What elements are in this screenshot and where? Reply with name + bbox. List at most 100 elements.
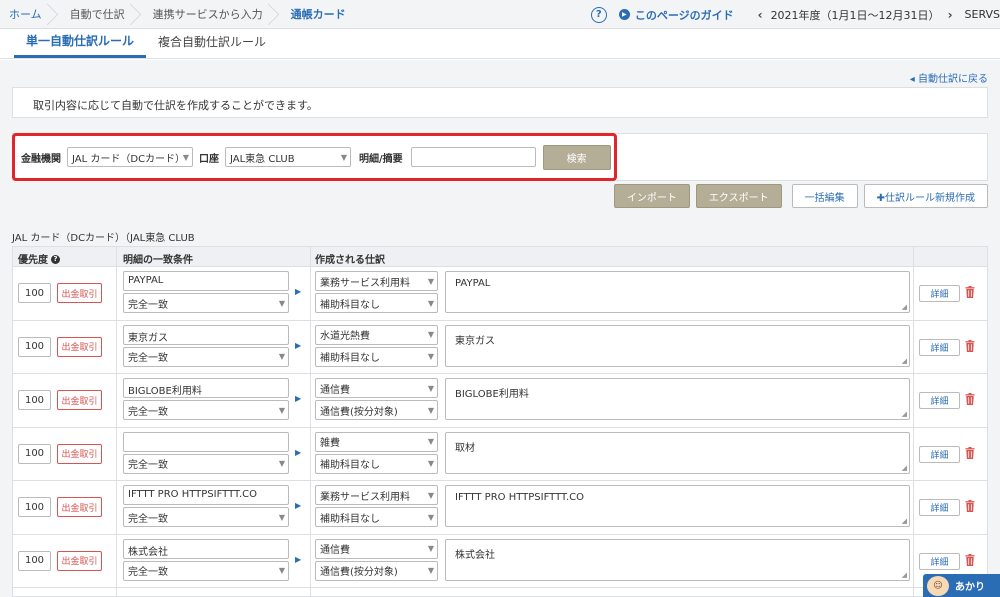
sub-account-select[interactable]: 補助科目なし ▼ — [315, 346, 438, 367]
account-item-select[interactable]: 業務サービス利用料 ▼ — [315, 485, 438, 505]
sub-account-value: 補助科目なし — [320, 460, 380, 471]
chat-assistant-button[interactable]: ☺ あかり — [923, 574, 1000, 597]
detail-button[interactable]: 詳細 — [919, 285, 960, 302]
breadcrumb-linked-services[interactable]: 連携サービスから入力 — [143, 0, 281, 28]
match-type-value: 完全一致 — [128, 513, 168, 525]
new-rule-button[interactable]: ✚仕訳ルール新規作成 — [863, 184, 988, 208]
priority-input[interactable]: 100 — [18, 390, 51, 410]
withdrawal-badge: 出金取引 — [57, 390, 102, 410]
trash-icon[interactable] — [965, 446, 975, 459]
detail-label: 明細/摘要 — [359, 153, 403, 165]
match-type-select[interactable]: 完全一致 ▼ — [123, 293, 289, 313]
caret-down-icon: ▼ — [427, 298, 434, 308]
memo-textarea[interactable]: 株式会社 ◢ — [445, 538, 910, 581]
caret-down-icon: ▼ — [427, 544, 434, 553]
account-item-select[interactable]: 通信費 ▼ — [315, 538, 438, 559]
match-type-select[interactable]: 完全一致 ▼ — [123, 453, 289, 474]
priority-input[interactable]: 100 — [18, 497, 51, 517]
trash-icon[interactable] — [965, 393, 975, 405]
condition-input[interactable]: 株式会社 — [123, 538, 289, 559]
priority-input[interactable]: 100 — [18, 283, 51, 303]
sub-account-select[interactable]: 補助科目なし ▼ — [315, 293, 438, 313]
tab-single-rule[interactable]: 単一自動仕訳ルール — [14, 32, 147, 58]
export-button[interactable]: エクスポート — [695, 184, 782, 208]
account-item-value: 雑費 — [320, 438, 340, 449]
memo-textarea[interactable]: BIGLOBE利用料 ◢ — [445, 378, 910, 420]
breadcrumb-auto-journal[interactable]: 自動で仕訳 — [60, 0, 143, 28]
trash-icon[interactable] — [965, 286, 975, 298]
condition-input[interactable]: BIGLOBE利用料 — [123, 378, 289, 398]
sub-account-select[interactable]: 補助科目なし ▼ — [315, 507, 438, 527]
detail-button[interactable]: 詳細 — [919, 392, 960, 409]
account-item-select[interactable]: 業務サービス利用料 ▼ — [315, 271, 438, 291]
breadcrumb: ホーム 自動で仕訳 連携サービスから入力 通帳カード — [0, 0, 364, 28]
resize-grip-icon: ◢ — [901, 410, 907, 418]
prev-year-chevron-icon[interactable]: ‹ — [750, 8, 771, 22]
caret-down-icon: ▼ — [427, 459, 434, 468]
match-type-select[interactable]: 完全一致 ▼ — [123, 560, 289, 581]
memo-textarea[interactable]: 取材 ◢ — [445, 431, 910, 474]
back-to-auto-journal-link[interactable]: ◂ 自動仕訳に戻る — [910, 70, 988, 85]
memo-textarea[interactable]: 東京ガス ◢ — [445, 324, 910, 367]
detail-input[interactable] — [410, 147, 536, 167]
next-year-chevron-icon[interactable]: › — [940, 8, 961, 22]
table-row: 100 出金取引 BIGLOBE利用料 完全一致 ▼ ▶ 通信費 ▼ 通信費(按分対… — [13, 374, 987, 428]
account-item-select[interactable]: 通信費 ▼ — [315, 378, 438, 398]
arrow-right-icon: ▶ — [295, 447, 302, 457]
detail-button[interactable]: 詳細 — [919, 499, 960, 516]
top-bar: ホーム 自動で仕訳 連携サービスから入力 通帳カード ? ▶ このページのガイド… — [0, 0, 1000, 29]
resize-grip-icon: ◢ — [901, 570, 907, 579]
condition-input[interactable]: IFTTT PRO HTTPSIFTTT.CO — [123, 485, 289, 505]
rules-table: 優先度? 明細の一致条件 作成される仕訳 100 出金取引 PAYPAL 完全一… — [12, 246, 988, 597]
memo-textarea[interactable]: IFTTT PRO HTTPSIFTTT.CO ◢ — [445, 485, 910, 527]
account-item-select[interactable]: 雑費 ▼ — [315, 431, 438, 452]
help-icon[interactable]: ? — [590, 6, 607, 23]
memo-textarea[interactable]: PAYPAL ◢ — [445, 271, 910, 313]
caret-down-icon: ▼ — [278, 405, 285, 415]
rule-tabs: 単一自動仕訳ルール 複合自動仕訳ルール — [0, 29, 1000, 59]
detail-button[interactable]: 詳細 — [919, 552, 960, 570]
priority-input[interactable]: 100 — [18, 550, 51, 571]
tab-compound-rule[interactable]: 複合自動仕訳ルール — [146, 33, 278, 58]
detail-button[interactable]: 詳細 — [919, 445, 960, 463]
institution-select[interactable]: JAL カード（DCカード） ▼ — [67, 147, 193, 167]
sub-account-select[interactable]: 補助科目なし ▼ — [315, 453, 438, 474]
company-name[interactable]: SERVS — [965, 8, 1000, 21]
search-form: 金融機関 JAL カード（DCカード） ▼ 口座 JAL東急 CLUB ▼ 明細/摘… — [12, 133, 617, 181]
priority-input[interactable]: 100 — [18, 336, 51, 357]
question-icon[interactable]: ? — [51, 255, 60, 264]
bulk-edit-button[interactable]: 一括編集 — [791, 184, 858, 208]
match-type-select[interactable]: 完全一致 ▼ — [123, 346, 289, 367]
caret-down-icon: ▼ — [278, 566, 285, 575]
sub-account-value: 補助科目なし — [320, 353, 380, 364]
arrow-right-icon: ▶ — [295, 340, 302, 350]
match-type-select[interactable]: 完全一致 ▼ — [123, 507, 289, 527]
trash-icon[interactable] — [965, 553, 975, 566]
trash-icon[interactable] — [965, 500, 975, 512]
match-type-value: 完全一致 — [128, 460, 168, 471]
withdrawal-badge: 出金取引 — [57, 497, 102, 517]
condition-input[interactable] — [123, 431, 289, 452]
condition-input[interactable]: 東京ガス — [123, 324, 289, 345]
back-link-label: 自動仕訳に戻る — [918, 74, 988, 85]
account-select[interactable]: JAL東急 CLUB ▼ — [225, 147, 351, 167]
sub-account-value: 補助科目なし — [320, 299, 380, 311]
detail-button[interactable]: 詳細 — [919, 338, 960, 356]
caret-down-icon: ▼ — [182, 152, 189, 162]
caret-down-icon: ▼ — [278, 298, 285, 308]
priority-input[interactable]: 100 — [18, 443, 51, 464]
import-button[interactable]: インポート — [613, 184, 690, 208]
page-guide-link[interactable]: このページのガイド — [635, 7, 734, 23]
trash-icon[interactable] — [965, 339, 975, 352]
sub-account-select[interactable]: 通信費(按分対象) ▼ — [315, 400, 438, 420]
card-caption: JAL カード（DCカード）（JAL東急 CLUB — [12, 233, 195, 244]
breadcrumb-home[interactable]: ホーム — [0, 0, 60, 28]
match-type-value: 完全一致 — [128, 567, 168, 578]
account-item-select[interactable]: 水道光熱費 ▼ — [315, 324, 438, 345]
sub-account-select[interactable]: 通信費(按分対象) ▼ — [315, 560, 438, 581]
match-type-select[interactable]: 完全一致 ▼ — [123, 400, 289, 420]
table-row: 100 出金取引 株式会社 完全一致 ▼ ▶ 通信費 ▼ 通信費(按分対象) ▼ 株式… — [13, 535, 987, 588]
search-button[interactable]: 検索 — [542, 144, 611, 170]
condition-input[interactable]: PAYPAL — [123, 271, 289, 291]
account-item-value: 業務サービス利用料 — [320, 491, 410, 503]
